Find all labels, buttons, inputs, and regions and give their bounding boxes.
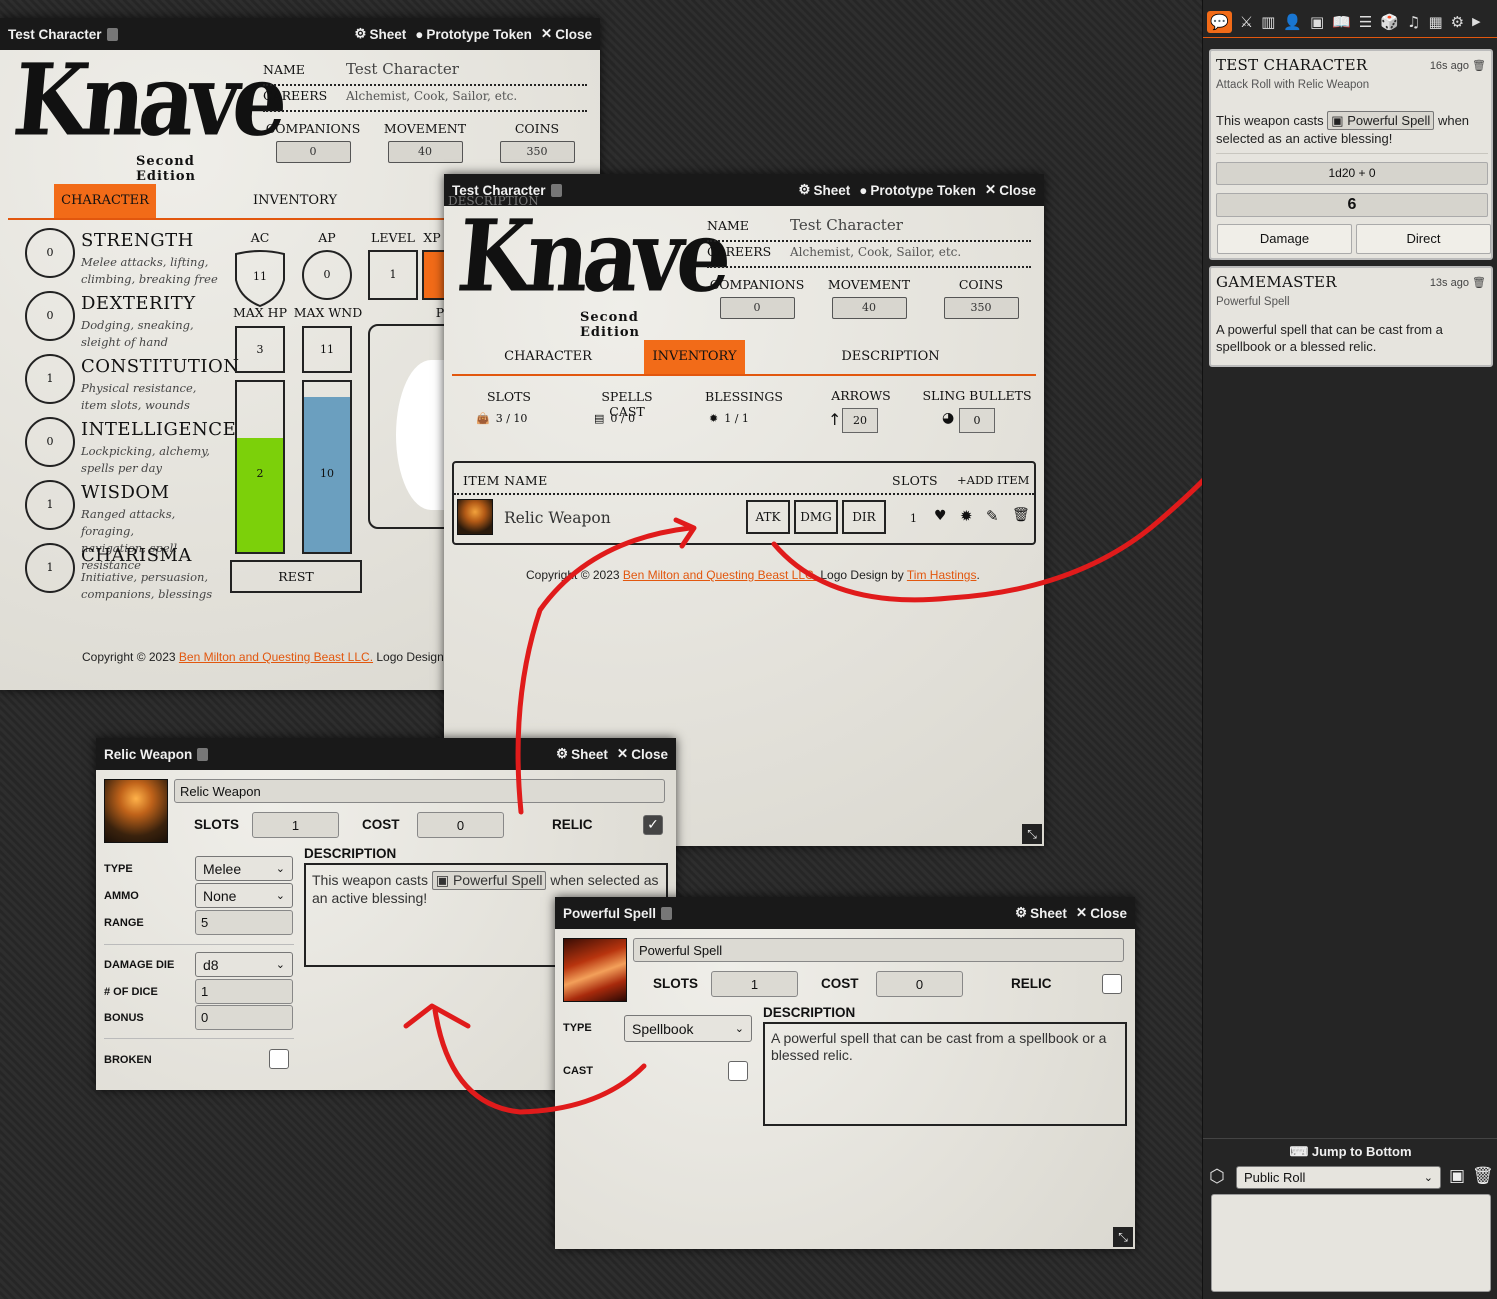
sidebar: 💬 ⚔ ▥ 👤 ▣ 📖 ☰ 🎲 ♫ ▦ ⚙ ▶ TEST CHARACTER 1…	[1202, 0, 1497, 1299]
arrow-relic-to-sheet	[515, 525, 693, 815]
cards-tab-icon[interactable]: 🎲	[1380, 13, 1399, 31]
tables-tab-icon[interactable]: ☰	[1359, 13, 1372, 31]
roll-mode-select[interactable]: Public Roll ⌄	[1236, 1166, 1441, 1189]
chat-message-attack: TEST CHARACTER 16s ago 🗑 Attack Roll wit…	[1209, 49, 1493, 260]
message-speaker: TEST CHARACTER	[1216, 56, 1368, 74]
message-speaker: GAMEMASTER	[1216, 273, 1337, 291]
chat-message-spell: GAMEMASTER 13s ago 🗑 Powerful Spell A po…	[1209, 266, 1493, 367]
dice-total[interactable]: 6	[1216, 193, 1488, 217]
dice-formula[interactable]: 1d20 + 0	[1216, 162, 1488, 185]
arrow-atk-to-chat	[771, 417, 1255, 603]
compendium-tab-icon[interactable]: ▦	[1428, 13, 1442, 31]
chat-tab-icon[interactable]: 💬	[1207, 10, 1232, 33]
playlists-tab-icon[interactable]: ♫	[1407, 13, 1420, 31]
combat-tab-icon[interactable]: ⚔	[1240, 13, 1253, 31]
keyboard-icon: ⌨	[1289, 1144, 1309, 1159]
sidebar-tabs: 💬 ⚔ ▥ 👤 ▣ 📖 ☰ 🎲 ♫ ▦ ⚙ ▶	[1203, 6, 1497, 38]
jump-to-bottom[interactable]: ⌨ Jump to Bottom	[1203, 1138, 1497, 1162]
suitcase-icon: ▣	[1331, 113, 1344, 128]
direct-button[interactable]: Direct	[1356, 224, 1491, 254]
message-flavor: Attack Roll with Relic Weapon	[1216, 79, 1370, 91]
spell-link-chip[interactable]: ▣ Powerful Spell	[1327, 111, 1435, 130]
message-timestamp: 13s ago 🗑	[1429, 277, 1486, 289]
damage-button[interactable]: Damage	[1217, 224, 1352, 254]
actors-tab-icon[interactable]: 👤	[1283, 13, 1302, 31]
message-content: This weapon casts ▣ Powerful Spell when …	[1216, 111, 1470, 146]
message-content: A powerful spell that can be cast from a…	[1216, 322, 1443, 354]
dice-icon[interactable]: ⬡	[1209, 1166, 1225, 1187]
arrow-relic-to-sheet-head	[673, 517, 697, 549]
message-flavor: Powerful Spell	[1216, 296, 1290, 308]
trash-icon[interactable]: 🗑	[1472, 60, 1486, 72]
message-timestamp: 16s ago 🗑	[1429, 60, 1486, 72]
settings-tab-icon[interactable]: ⚙	[1451, 13, 1464, 31]
chat-input[interactable]	[1211, 1194, 1491, 1292]
collapse-icon[interactable]: ▶	[1472, 15, 1480, 28]
divider	[1216, 153, 1488, 154]
save-icon[interactable]: ▣	[1449, 1166, 1465, 1186]
trash-icon[interactable]: 🗑	[1472, 277, 1486, 289]
journal-tab-icon[interactable]: 📖	[1332, 13, 1351, 31]
items-tab-icon[interactable]: ▣	[1310, 13, 1324, 31]
scenes-tab-icon[interactable]: ▥	[1261, 13, 1275, 31]
chevron-down-icon: ⌄	[1423, 1172, 1433, 1184]
trash-icon[interactable]: 🗑	[1472, 1166, 1494, 1186]
